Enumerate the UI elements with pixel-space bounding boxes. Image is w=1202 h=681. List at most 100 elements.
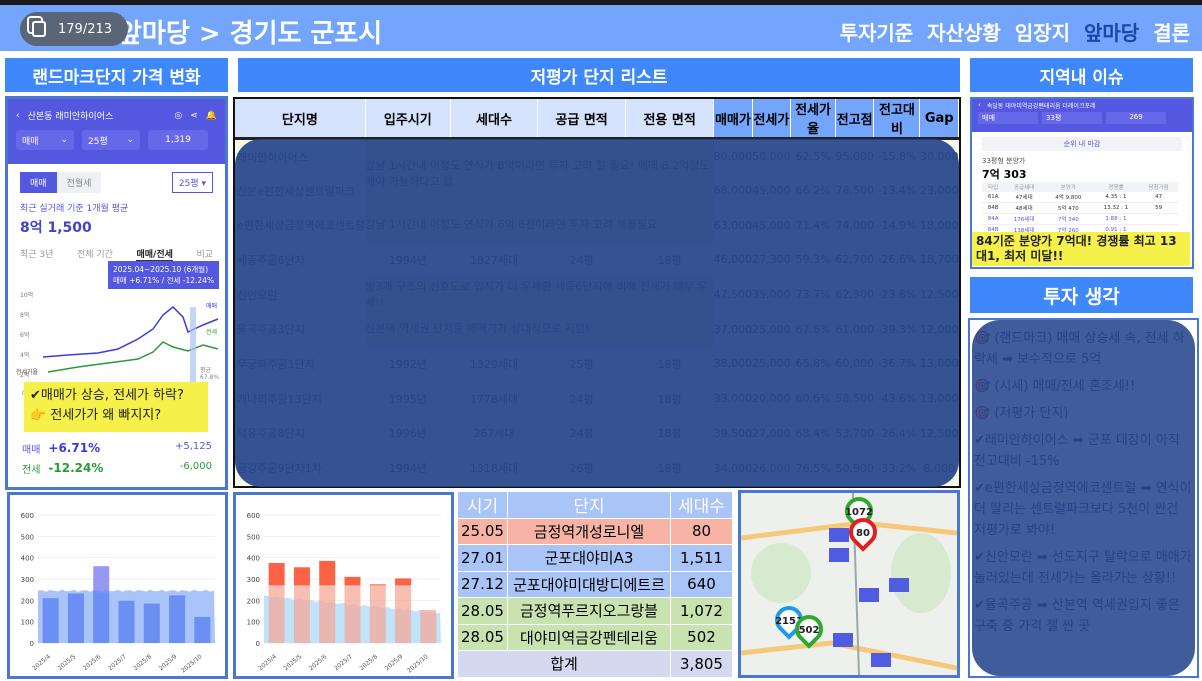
comment-count-value: 1,319 (165, 135, 191, 145)
rent-pct: -12.24% (48, 461, 104, 475)
bar-extra (93, 566, 110, 593)
period-tab-compare[interactable]: 비교 (196, 247, 213, 262)
header-bar: 앞마당 > 경기도 군포시 투자기준 자산상황 임장지 앞마당 결론 (0, 5, 1202, 51)
issue-cell: 47세대 (1015, 195, 1033, 201)
issue-cell: 1.88 : 1 (1105, 216, 1127, 222)
investment-thoughts: 🎯 (랜드마크) 매매 상승세 속, 전세 하락세 ➡ 보수적으로 5억🎯 (시… (968, 318, 1199, 678)
tooltip-period: 2025.04~2025.10 (6개월) (113, 265, 209, 274)
col-header[interactable]: 전고점 (835, 99, 875, 140)
x-tick-label: 2025/6 (82, 653, 103, 672)
col-header[interactable]: Gap (919, 99, 959, 140)
rent-amount: -6,000 (179, 461, 212, 472)
y-tick-label: 500 (21, 533, 34, 541)
page-counter-badge[interactable]: 179/213 (20, 12, 128, 46)
supply-name: 군포대야미대방디에트르 (507, 570, 671, 598)
col-header[interactable]: 입주시기 (365, 99, 451, 140)
section-issue-header: 지역내 이슈 (970, 58, 1193, 92)
type-value: 매매 (22, 136, 39, 147)
chart-2-panel: 0 100 200 300 400 500 600 2025/4 2025/5 2025/6 202… (233, 492, 454, 679)
supply-units: 1,511 (670, 544, 733, 572)
legend-rent: 전세 (206, 329, 218, 336)
share-icon[interactable]: ⋖ (190, 111, 198, 121)
x-tick-label: 2025/10 (180, 653, 204, 675)
col-header[interactable]: 매매가 (713, 99, 753, 140)
supply-total-row: 합계 3,805 (457, 650, 733, 678)
avg-ratio: 평균 67.8% (200, 367, 220, 381)
period-tab-sale-rent[interactable]: 매매/전세 (136, 247, 173, 262)
chevron-down-icon: ⌄ (126, 135, 134, 145)
x-tick-label: 2025/4 (31, 653, 52, 672)
tab-rent[interactable]: 전월세 (56, 172, 102, 193)
supply-name: 군포대야미A3 (507, 544, 671, 572)
supply-period: 28.05 (457, 623, 508, 651)
comment-count[interactable]: 1,319 (148, 130, 208, 150)
nav-assets[interactable]: 자산상황 (927, 17, 1001, 46)
size-select[interactable]: 25평 ⌄ (82, 130, 140, 150)
x-tick-label: 2025/5 (283, 653, 304, 672)
issue-cell: 84A (987, 216, 999, 222)
x-tick-label: 2025/10 (406, 653, 430, 675)
tab-sale[interactable]: 매매 (20, 172, 57, 193)
issue-cell: 176세대 (1013, 217, 1035, 223)
period-tab-all[interactable]: 전체 기간 (77, 247, 113, 262)
bar (169, 595, 186, 643)
issue-header-row: 타입 공급세대 분양가 경쟁률 당첨가점 (982, 182, 1178, 192)
sale-amount: +5,125 (174, 441, 212, 452)
y-tick-label: 100 (247, 619, 260, 627)
col-header[interactable]: 전용 면적 (625, 99, 715, 140)
bell-icon[interactable]: 🔔 (206, 111, 217, 121)
size-dropdown[interactable]: 25평 ▾ (171, 172, 213, 193)
nav-site-visit[interactable]: 임장지 (1015, 17, 1070, 46)
bar (118, 600, 135, 643)
x-tick-label: 2025/6 (308, 653, 329, 672)
supply-table: 시기 단지 세대수 25.05 금정역개성로니엘 80 27.01 군포대야미A3 1,5… (457, 491, 733, 678)
blur-overlay (972, 320, 1195, 676)
tooltip-change: 매매 +6.71% / 전세 -12.24% (113, 276, 215, 285)
col-header[interactable]: 공급 면적 (537, 99, 627, 140)
issue-size-select[interactable]: 33평 (1042, 112, 1102, 124)
issue-cell: 59 (1155, 205, 1163, 211)
nav-invest-criteria[interactable]: 투자기준 (840, 17, 914, 46)
map-pin-label: 1072 (845, 507, 873, 518)
back-icon[interactable]: ‹ (978, 101, 981, 110)
bar (194, 616, 211, 643)
col-header[interactable]: 전세가율 (790, 99, 836, 140)
supply-units: 80 (670, 517, 733, 545)
total-label: 합계 (457, 650, 671, 678)
issue-col-header: 공급세대 (1004, 182, 1044, 192)
col-header[interactable]: 전세가 (752, 99, 792, 140)
back-icon[interactable]: ‹ (16, 111, 20, 121)
complex-title: 산본동 래미안하이어스 (27, 112, 114, 122)
issue-type-select[interactable]: 매매 (978, 112, 1038, 124)
regional-issue-screenshot: ‹ 속달동 대야미역금강펜테리움 더레이크포레 매매 33평 269 순위 내 마감 … (970, 97, 1194, 269)
col-header[interactable]: 단지명 (235, 99, 366, 140)
price-tag (859, 588, 879, 602)
nav-conclusion[interactable]: 결론 (1153, 17, 1190, 46)
callout-line: 👉 전세가가 왜 빠지지? (30, 408, 162, 423)
col-header[interactable]: 세대수 (450, 99, 539, 140)
x-tick-label: 2025/8 (132, 653, 153, 672)
y-tick-label: 600 (247, 512, 260, 520)
map-pin-label: 80 (856, 528, 870, 539)
section-thinking-header: 투자 생각 (970, 277, 1193, 313)
supply-row: 28.05 금정역푸르지오그랑블 1,072 (457, 597, 733, 625)
type-select[interactable]: 매매 ⌄ (16, 130, 74, 150)
x-tick-label: 2025/4 (257, 653, 278, 672)
bar-lower (319, 585, 336, 643)
ratio-label: 전세가율 (16, 369, 39, 376)
bar-lower (395, 585, 412, 643)
issue-count[interactable]: 269 (1106, 112, 1166, 124)
col-header[interactable]: 전고대비 (873, 99, 921, 140)
supply-map[interactable]: 1072 80 2151 502 (738, 490, 960, 678)
callout-line: ✔매매가 상승, 전세가 하락? (30, 388, 184, 403)
x-tick-label: 2025/5 (57, 653, 78, 672)
location-icon[interactable]: ◎ (174, 111, 182, 121)
supply-period: 28.05 (457, 597, 508, 625)
period-tab-3y[interactable]: 최근 3년 (20, 247, 53, 262)
supply-period: 27.01 (457, 544, 508, 572)
x-tick-label: 2025/9 (384, 653, 405, 672)
issue-col-header: 분양가 (1043, 182, 1093, 192)
issue-cell: 7억 340 (1057, 217, 1079, 223)
y-tick-label: 400 (247, 555, 260, 563)
nav-front-yard[interactable]: 앞마당 (1084, 17, 1139, 46)
